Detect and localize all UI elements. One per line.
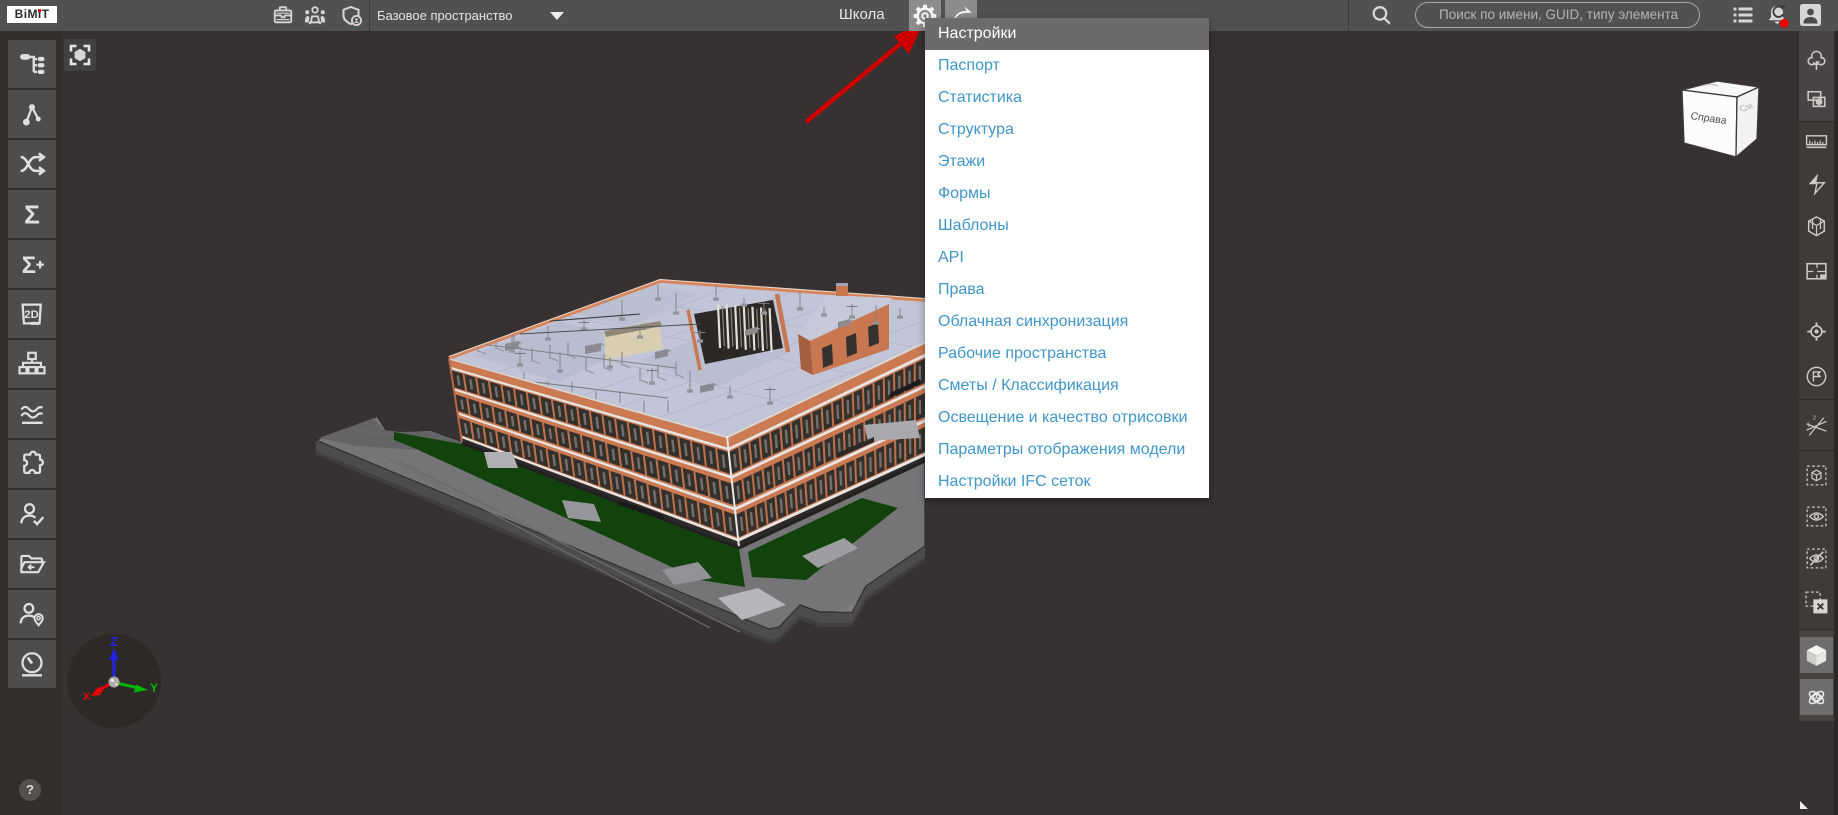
svg-text:1: 1	[1807, 423, 1810, 429]
svg-text:2D: 2D	[24, 309, 38, 321]
svg-text:2: 2	[1813, 416, 1816, 422]
svg-text:Σ: Σ	[24, 199, 40, 229]
svg-text:Y: Y	[150, 681, 158, 695]
svg-text:Z: Z	[110, 634, 118, 649]
svg-text:Σ: Σ	[22, 252, 36, 279]
svg-text:X: X	[83, 691, 91, 703]
